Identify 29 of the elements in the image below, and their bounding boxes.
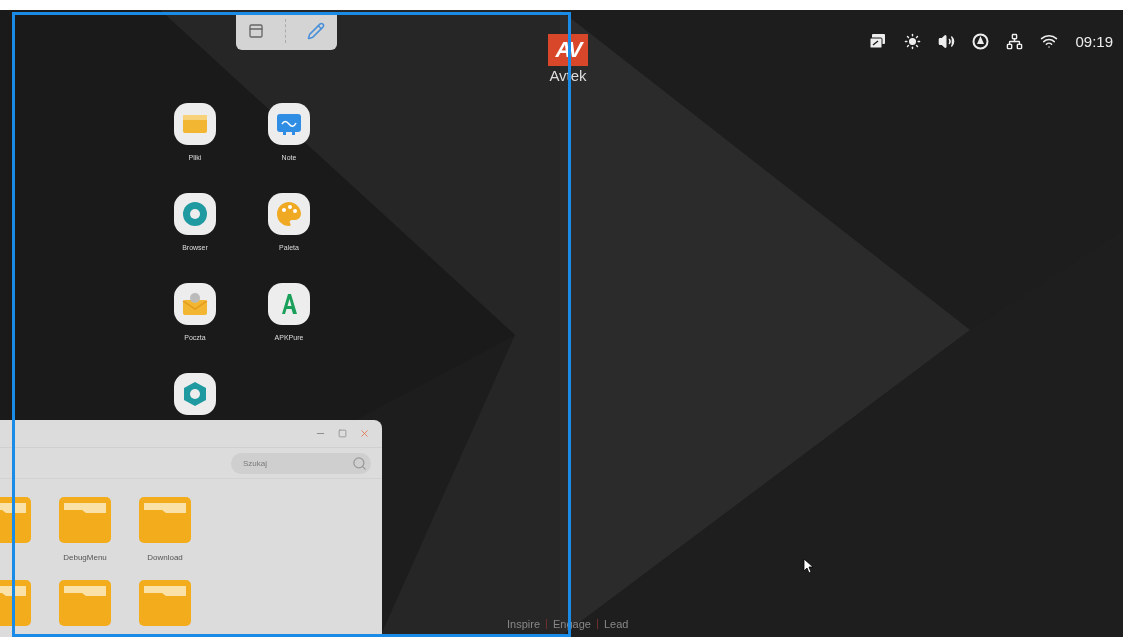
app-tile[interactable] <box>268 103 310 145</box>
search-field[interactable]: Szukaj <box>231 452 371 474</box>
tagline-word: Lead <box>603 618 629 630</box>
cursor-icon <box>803 558 815 574</box>
folder-item[interactable]: DebugMenu <box>59 497 111 567</box>
tagline-word: Inspire <box>507 618 541 630</box>
ring-icon <box>180 199 210 229</box>
app-tile[interactable] <box>174 193 216 235</box>
screen-share-icon[interactable] <box>869 33 888 49</box>
volume-icon[interactable] <box>938 32 956 50</box>
pencil-icon <box>306 22 325 40</box>
brightness-icon[interactable] <box>904 32 922 50</box>
palette-icon <box>274 199 304 229</box>
clock-time: 09:19 <box>1075 32 1113 50</box>
app-tile[interactable] <box>268 193 310 235</box>
folder-item[interactable]: Download <box>139 497 191 567</box>
folder-icon <box>139 580 191 626</box>
window-icon <box>248 23 265 39</box>
folder-icon <box>59 497 111 543</box>
app-tile[interactable] <box>174 103 216 145</box>
wifi-icon[interactable] <box>1040 32 1059 50</box>
app-tile[interactable] <box>174 283 216 325</box>
app-tile[interactable] <box>268 283 310 325</box>
network-icon[interactable] <box>1006 32 1024 50</box>
folder-icon <box>59 580 111 626</box>
maximize-icon <box>338 429 347 438</box>
close-icon <box>359 428 370 439</box>
app-tile[interactable] <box>174 373 216 415</box>
folder-icon <box>139 497 191 543</box>
